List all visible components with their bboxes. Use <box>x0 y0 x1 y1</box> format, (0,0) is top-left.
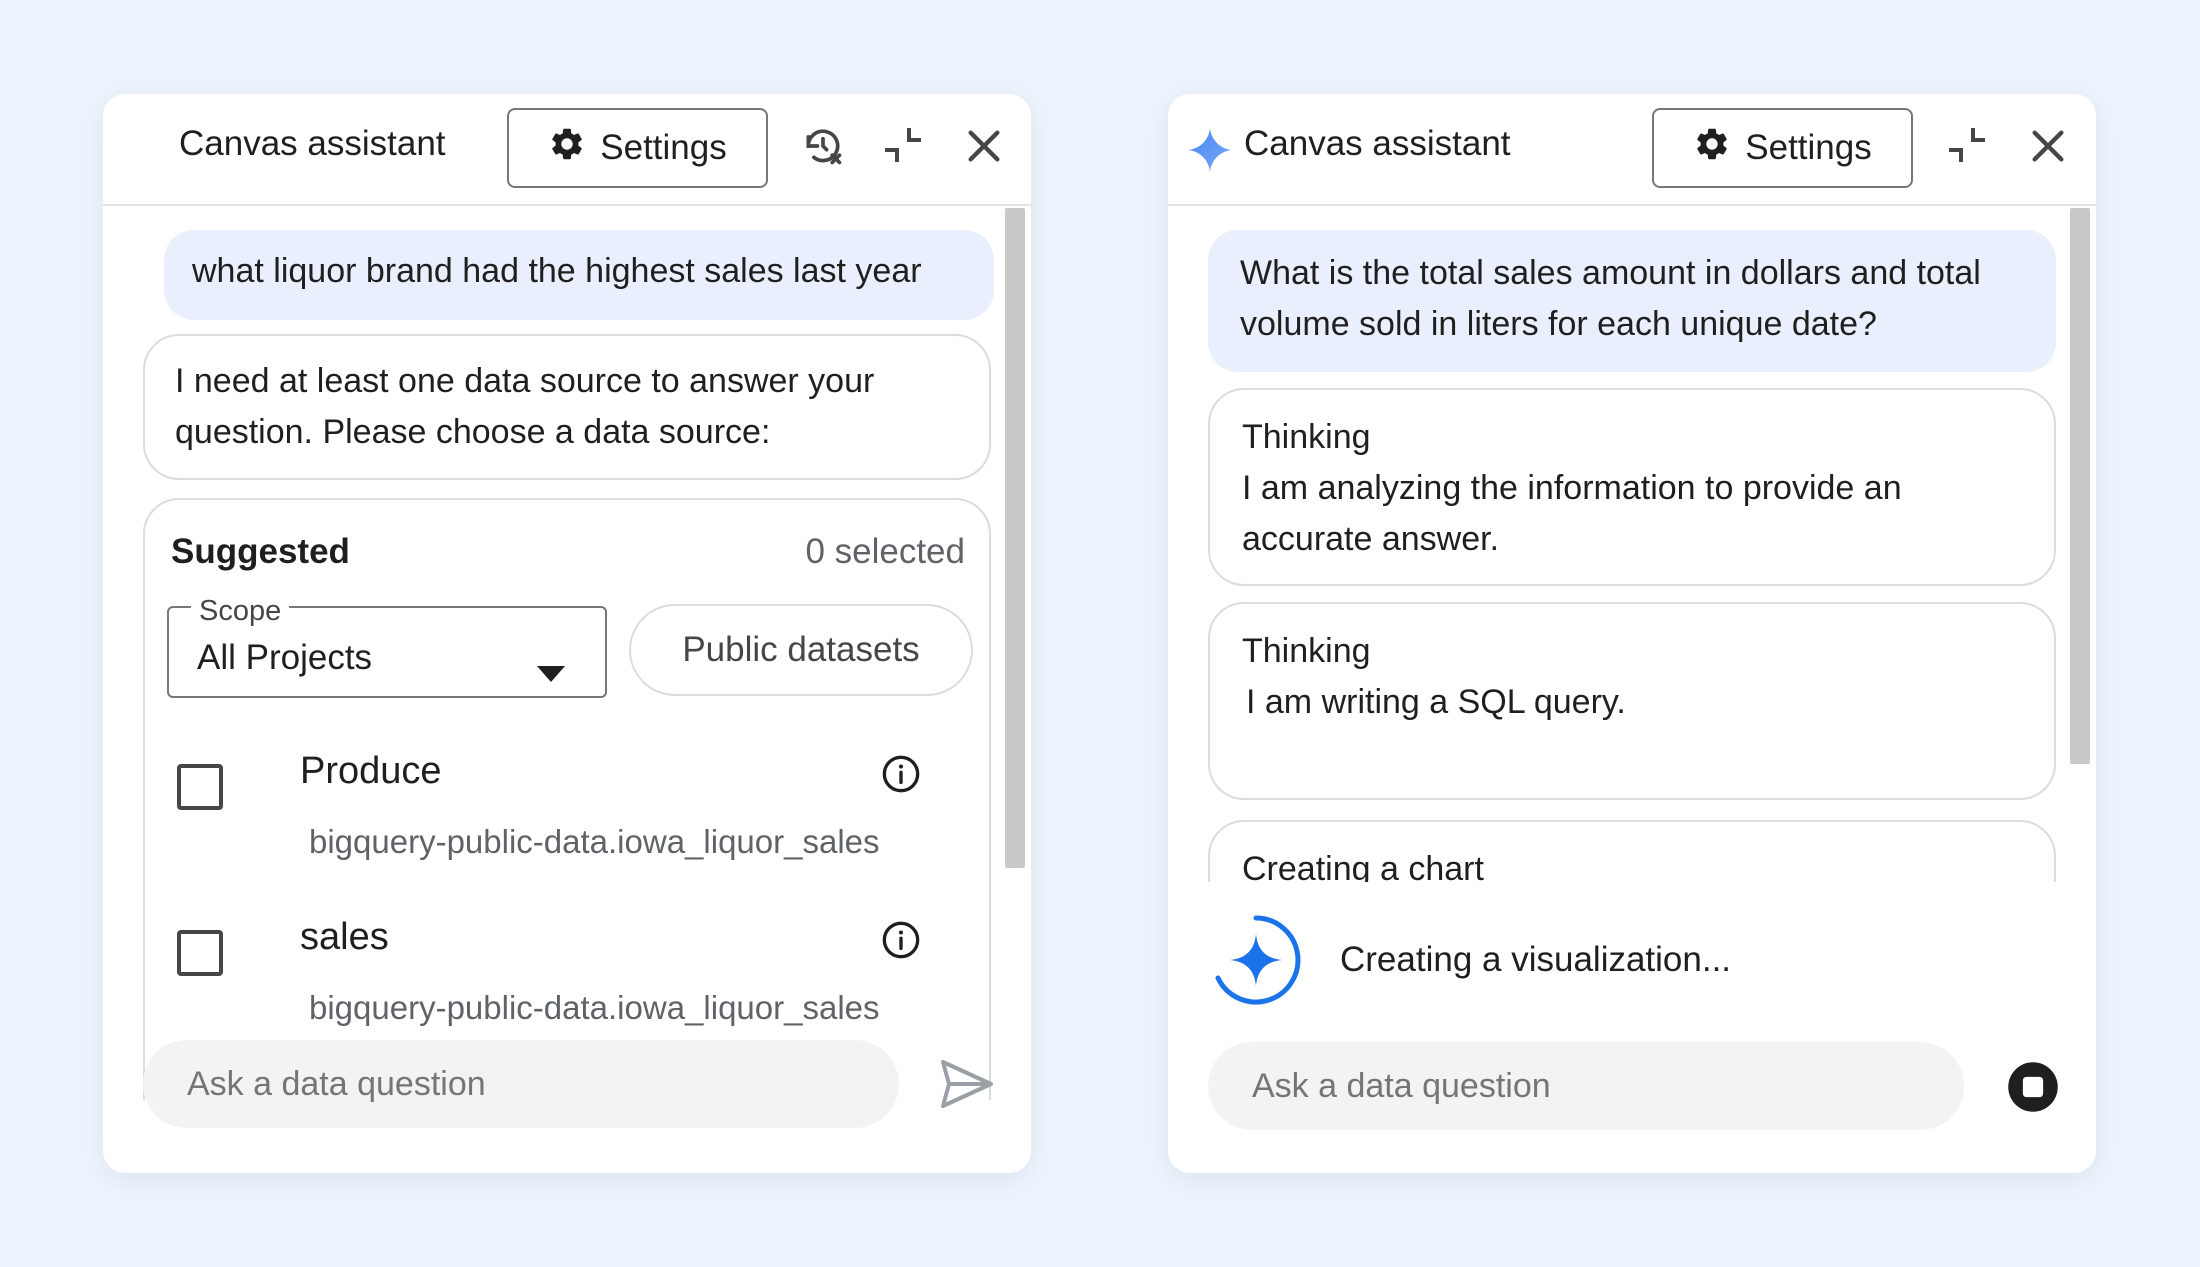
suggested-label: Suggested <box>171 532 350 571</box>
close-icon[interactable] <box>2020 118 2076 174</box>
scope-select[interactable]: Scope All Projects <box>167 586 607 698</box>
chat-area: What is the total sales amount in dollar… <box>1168 208 2096 882</box>
stop-icon[interactable] <box>2006 1060 2060 1119</box>
question-input[interactable] <box>1208 1042 1964 1130</box>
step-text: I am writing a SQL query. <box>1246 683 1626 721</box>
scope-value: All Projects <box>197 638 373 677</box>
panel-title: Canvas assistant <box>179 124 446 163</box>
chat-area: what liquor brand had the highest sales … <box>103 208 1031 1100</box>
step-title: Thinking <box>1242 632 1371 670</box>
gear-icon <box>548 125 586 172</box>
settings-label: Settings <box>600 128 727 167</box>
close-icon[interactable] <box>956 118 1012 174</box>
public-datasets-button[interactable]: Public datasets <box>629 604 973 696</box>
sparkle-icon <box>1188 128 1232 177</box>
source-name: sales <box>300 916 389 958</box>
settings-button[interactable]: Settings <box>507 108 768 188</box>
gear-icon <box>1693 125 1731 172</box>
assistant-message: I need at least one data source to answe… <box>143 334 991 480</box>
thinking-step: Thinking I am analyzing the information … <box>1208 388 2056 586</box>
panel-title: Canvas assistant <box>1244 124 1511 163</box>
settings-button[interactable]: Settings <box>1652 108 1913 188</box>
assistant-panel-right: Canvas assistant Settings What is the to… <box>1168 94 2096 1173</box>
minimize-icon[interactable] <box>875 118 931 174</box>
loading-spinner-icon <box>1208 912 1304 1008</box>
source-name: Produce <box>300 750 442 792</box>
clear-history-icon[interactable] <box>795 118 851 174</box>
source-path: bigquery-public-data.iowa_liquor_sales <box>309 989 880 1026</box>
selected-count: 0 selected <box>805 532 965 571</box>
source-checkbox[interactable] <box>177 764 223 810</box>
panel-header: Canvas assistant Settings <box>103 94 1031 206</box>
assistant-panel-left: Canvas assistant Settings what liquor br… <box>103 94 1031 1173</box>
scope-label: Scope <box>191 586 290 637</box>
status-text: Creating a visualization... <box>1340 940 1732 979</box>
source-path: bigquery-public-data.iowa_liquor_sales <box>309 823 880 860</box>
chart-step: Creating a chart <box>1208 820 2056 882</box>
minimize-icon[interactable] <box>1939 118 1995 174</box>
data-source-picker: Suggested 0 selected Scope All Projects … <box>143 498 991 1100</box>
panel-header: Canvas assistant Settings <box>1168 94 2096 206</box>
settings-label: Settings <box>1745 128 1872 167</box>
send-icon[interactable] <box>939 1058 995 1115</box>
step-title: Thinking <box>1242 418 1371 456</box>
thinking-step: Thinking I am writing a SQL query. <box>1208 602 2056 800</box>
step-text: I am analyzing the information to provid… <box>1242 469 1902 507</box>
info-icon[interactable] <box>881 754 921 809</box>
question-input[interactable] <box>143 1040 899 1128</box>
info-icon[interactable] <box>881 920 921 975</box>
step-title: Creating a chart <box>1242 850 1484 882</box>
source-checkbox[interactable] <box>177 930 223 976</box>
chevron-down-icon <box>537 646 565 697</box>
user-message: what liquor brand had the highest sales … <box>164 230 994 320</box>
user-message: What is the total sales amount in dollar… <box>1208 230 2056 372</box>
step-text: accurate answer. <box>1242 520 1500 558</box>
